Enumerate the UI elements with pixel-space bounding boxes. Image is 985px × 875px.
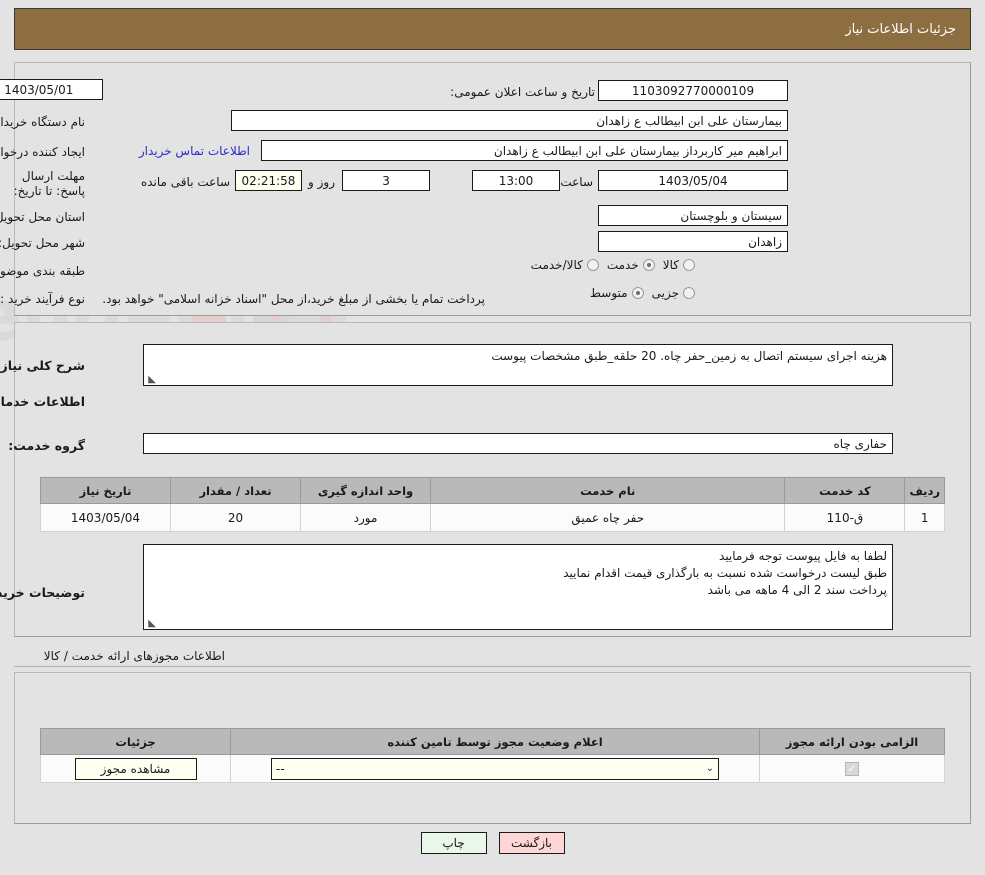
subject-category-option-label: خدمت bbox=[606, 258, 639, 272]
back-button[interactable]: بازگشت bbox=[498, 832, 565, 854]
chevron-down-icon[interactable]: ⌄ bbox=[706, 763, 714, 774]
permits-col-header: الزامی بودن ارائه مجوز bbox=[759, 728, 945, 755]
services-cell: مورد bbox=[300, 503, 431, 532]
services-table-header-row: ردیف کد خدمت نام خدمت واحد اندازه گیری تعداد… bbox=[40, 477, 945, 504]
permit-required-cell: ✓ bbox=[759, 754, 945, 783]
need-summary-text: هزینه اجرای سیستم اتصال به زمین_حفر چاه.… bbox=[491, 349, 887, 363]
services-cell: 20 bbox=[170, 503, 301, 532]
services-col-header: واحد اندازه گیری bbox=[300, 477, 431, 504]
subject-category-option-label: کالا bbox=[662, 258, 679, 272]
buyer-notes-label: توضیحات خریدار: bbox=[0, 585, 85, 600]
services-col-header: کد خدمت bbox=[784, 477, 906, 504]
table-row: ✓ ⌄ -- مشاهده مجوز bbox=[40, 754, 945, 783]
page-title: جزئیات اطلاعات نیاز bbox=[845, 21, 956, 37]
permits-table: الزامی بودن ارائه مجوز اعلام وضعیت مجوز ت… bbox=[40, 728, 945, 783]
subject-category-option-0[interactable]: کالا bbox=[663, 258, 695, 272]
permits-col-header: اعلام وضعیت مجوز توسط تامین کننده bbox=[230, 728, 760, 755]
buyer-notes-line: لطفا به فایل پیوست توجه فرمایید bbox=[719, 549, 887, 563]
purchase-process-label: نوع فرآیند خرید : bbox=[0, 292, 85, 306]
permits-caption: اطلاعات مجوزهای ارائه خدمت / کالا bbox=[43, 649, 225, 663]
subject-category-option-label: کالا/خدمت bbox=[530, 258, 583, 272]
announce-datetime-label: تاریخ و ساعت اعلان عمومی: bbox=[450, 85, 595, 99]
request-creator-value: ابراهیم میر کاربرداز بیمارستان علی ابن ا… bbox=[261, 140, 788, 161]
services-info-caption: اطلاعات خدمات مورد نیاز bbox=[0, 394, 85, 409]
permit-status-cell: ⌄ -- bbox=[230, 754, 760, 783]
days-unit-label: روز و bbox=[308, 175, 335, 189]
print-button[interactable]: چاپ bbox=[420, 832, 487, 854]
resize-grip-icon[interactable]: ◣ bbox=[146, 375, 156, 385]
subject-category-option-2[interactable]: کالا/خدمت bbox=[531, 258, 599, 272]
view-permit-button[interactable]: مشاهده مجوز bbox=[74, 757, 197, 780]
remaining-days-value: 3 bbox=[342, 170, 430, 191]
services-col-header: ردیف bbox=[904, 477, 945, 504]
page-header: جزئیات اطلاعات نیاز bbox=[14, 8, 971, 50]
delivery-province-value: سیستان و بلوچستان bbox=[598, 205, 788, 226]
radio-icon[interactable] bbox=[683, 259, 695, 271]
purchase-process-option-label: متوسط bbox=[589, 286, 628, 300]
need-summary-textarea[interactable]: هزینه اجرای سیستم اتصال به زمین_حفر چاه.… bbox=[143, 344, 893, 386]
services-table-body: 1 ق-110 حفر چاه عمیق مورد 20 1403/05/04 bbox=[40, 503, 945, 532]
buyer-notes-line: پرداخت سند 2 الی 4 ماهه می باشد bbox=[707, 583, 887, 597]
radio-icon[interactable] bbox=[586, 259, 599, 271]
purchase-process-option-0[interactable]: جزیی bbox=[652, 286, 695, 300]
countdown-timer: 02:21:58 bbox=[235, 170, 302, 191]
deadline-date-value: 1403/05/04 bbox=[598, 170, 788, 191]
deadline-hour-label: ساعت bbox=[560, 175, 593, 189]
services-cell: 1403/05/04 bbox=[40, 503, 171, 532]
delivery-city-label: شهر محل تحویل: bbox=[0, 236, 85, 250]
permits-table-body: ✓ ⌄ -- مشاهده مجوز bbox=[40, 754, 945, 783]
purchase-process-option-1[interactable]: متوسط bbox=[590, 286, 644, 300]
services-table: ردیف کد خدمت نام خدمت واحد اندازه گیری تعداد… bbox=[40, 477, 945, 532]
services-col-header: تاریخ نیاز bbox=[40, 477, 171, 504]
subject-category-option-1[interactable]: خدمت bbox=[607, 258, 655, 272]
permit-status-select[interactable]: ⌄ -- bbox=[271, 757, 719, 780]
subject-category-label: طبقه بندی موضوعی: bbox=[0, 264, 85, 278]
permits-col-header: جزئیات bbox=[40, 728, 231, 755]
buyer-org-label: نام دستگاه خریدار: bbox=[0, 115, 85, 129]
service-group-value: حفاری چاه bbox=[143, 433, 893, 454]
page-root: AriaTender.net جزئیات اطلاعات نیاز شماره… bbox=[0, 0, 985, 875]
deadline-time-value: 13:00 bbox=[472, 170, 560, 191]
buyer-notes-text: لطفا به فایل پیوست توجه فرمایید طبق لیست … bbox=[149, 548, 887, 599]
need-summary-label: شرح کلی نیاز: bbox=[0, 358, 85, 373]
delivery-city-value: زاهدان bbox=[598, 231, 788, 252]
services-col-header: تعداد / مقدار bbox=[170, 477, 301, 504]
footer-button-bar: بازگشت چاپ bbox=[0, 832, 985, 854]
services-cell: ق-110 bbox=[784, 503, 906, 532]
subject-category-radio-group[interactable]: کالا خدمت کالا/خدمت bbox=[531, 258, 695, 272]
request-creator-label: ایجاد کننده درخواست: bbox=[0, 145, 85, 159]
purchase-process-option-label: جزیی bbox=[651, 286, 679, 300]
permit-required-checkbox: ✓ bbox=[845, 761, 859, 776]
services-cell: 1 bbox=[904, 503, 945, 532]
buyer-notes-line: طبق لیست درخواست شده نسبت به بارگذاری قی… bbox=[563, 566, 887, 580]
need-number-value: 1103092770000109 bbox=[598, 80, 788, 101]
radio-icon[interactable] bbox=[683, 287, 695, 299]
purchase-process-radio-group[interactable]: جزیی متوسط bbox=[590, 286, 695, 300]
announce-datetime-value: 1403/05/01 - 09:21 bbox=[0, 79, 103, 100]
remaining-hours-label: ساعت باقی مانده bbox=[140, 175, 230, 189]
radio-icon[interactable] bbox=[642, 259, 655, 271]
services-cell: حفر چاه عمیق bbox=[429, 503, 786, 532]
deadline-label: مهلت ارسال پاسخ: تا تاریخ: bbox=[13, 169, 85, 198]
delivery-province-label: استان محل تحویل: bbox=[0, 210, 85, 224]
buyer-contact-link[interactable]: اطلاعات تماس خریدار bbox=[139, 144, 250, 158]
permit-status-value: -- bbox=[276, 761, 285, 776]
services-col-header: نام خدمت bbox=[429, 477, 786, 504]
permits-divider bbox=[14, 666, 971, 667]
permit-details-cell: مشاهده مجوز bbox=[40, 754, 231, 783]
table-row: 1 ق-110 حفر چاه عمیق مورد 20 1403/05/04 bbox=[40, 503, 945, 532]
radio-icon[interactable] bbox=[631, 287, 644, 299]
buyer-notes-textarea[interactable]: لطفا به فایل پیوست توجه فرمایید طبق لیست … bbox=[143, 544, 893, 630]
permits-table-header-row: الزامی بودن ارائه مجوز اعلام وضعیت مجوز ت… bbox=[40, 728, 945, 755]
service-group-label: گروه خدمت: bbox=[8, 438, 85, 453]
treasury-note: پرداخت تمام یا بخشی از مبلغ خرید،از محل … bbox=[102, 292, 485, 306]
buyer-org-value: بیمارستان علی ابن ابیطالب ع زاهدان bbox=[231, 110, 788, 131]
resize-grip-icon-2[interactable]: ◣ bbox=[146, 619, 156, 629]
